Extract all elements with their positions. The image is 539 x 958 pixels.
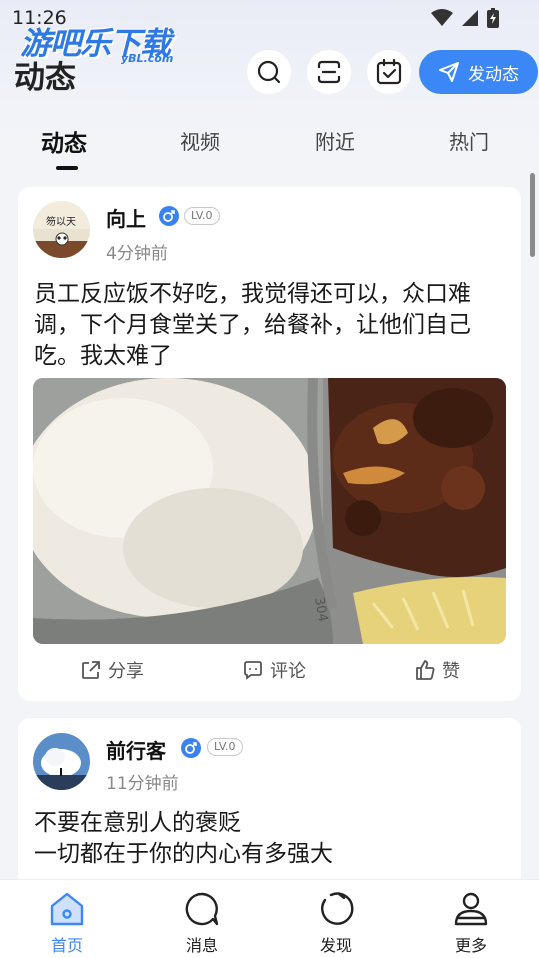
avatar[interactable]	[33, 733, 90, 790]
share-label: 分享	[108, 661, 144, 682]
signal-icon	[462, 10, 478, 26]
nav-more[interactable]: 更多	[436, 890, 506, 956]
comment-icon	[244, 661, 262, 680]
publish-post-button[interactable]: 发动态	[419, 50, 538, 94]
post-actions: 分享 评论 赞	[18, 657, 521, 687]
post-text-line: 一切都在于你的内心有多强大	[34, 841, 333, 867]
tab-hot[interactable]: 热门	[449, 126, 489, 155]
message-icon	[185, 892, 219, 926]
battery-icon	[487, 8, 499, 28]
scan-button[interactable]	[307, 50, 351, 94]
post-card[interactable]: 笏以天 向上 LV.0 4分钟前 员工反应饭不好吃，我觉得还可以，众口难调，下个…	[18, 187, 521, 701]
tab-indicator	[56, 166, 78, 170]
feed-tabs: 动态 视频 附近 热门	[0, 118, 539, 170]
wifi-icon	[431, 9, 453, 26]
username[interactable]: 向上	[106, 203, 146, 232]
send-icon	[439, 62, 459, 82]
nav-messages-label: 消息	[185, 936, 218, 955]
level-badge: LV.0	[207, 738, 243, 756]
username[interactable]: 前行客	[106, 735, 166, 764]
nav-home[interactable]: 首页	[32, 890, 102, 956]
nav-more-label: 更多	[454, 936, 487, 955]
nav-discover-label: 发现	[319, 936, 352, 955]
like-button[interactable]: 赞	[414, 657, 460, 683]
page-title: 动态	[14, 60, 76, 96]
thumbs-up-icon	[416, 660, 435, 680]
post-card[interactable]: 前行客 LV.0 11分钟前 不要在意别人的褒贬 一切都在于你的内心有多强大	[18, 718, 521, 888]
nav-home-label: 首页	[50, 936, 83, 955]
male-gender-icon	[159, 206, 179, 226]
male-gender-icon	[181, 738, 201, 758]
nav-discover[interactable]: 发现	[301, 890, 371, 956]
search-icon	[257, 60, 281, 84]
profile-icon	[454, 892, 488, 926]
discover-icon	[321, 892, 354, 925]
bottom-nav: 首页 消息 发现 更多	[0, 879, 539, 958]
post-time: 4分钟前	[106, 244, 168, 264]
home-icon	[50, 892, 84, 926]
post-photo[interactable]: 304	[33, 378, 506, 644]
avatar[interactable]: 笏以天	[33, 201, 90, 258]
tab-feed[interactable]: 动态	[41, 124, 87, 158]
watermark-domain: yBL.com	[121, 52, 174, 65]
nav-messages[interactable]: 消息	[167, 890, 237, 956]
svg-text:笏以天: 笏以天	[46, 215, 76, 228]
calendar-check-icon	[376, 58, 402, 85]
scrollbar[interactable]	[530, 173, 535, 257]
post-text: 不要在意别人的褒贬 一切都在于你的内心有多强大	[34, 808, 514, 870]
comment-button[interactable]: 评论	[242, 657, 306, 683]
share-icon	[82, 661, 100, 679]
publish-post-label: 发动态	[468, 64, 519, 85]
post-text-line: 不要在意别人的褒贬	[34, 810, 241, 836]
status-icons	[431, 8, 499, 28]
post-time: 11分钟前	[106, 774, 179, 794]
level-badge: LV.0	[184, 207, 220, 225]
tab-nearby[interactable]: 附近	[315, 126, 355, 155]
scan-icon	[317, 60, 341, 84]
checkin-button[interactable]	[367, 50, 411, 94]
like-label: 赞	[442, 661, 460, 682]
comment-label: 评论	[270, 661, 306, 682]
tab-video[interactable]: 视频	[180, 126, 220, 155]
search-button[interactable]	[247, 50, 291, 94]
share-button[interactable]: 分享	[80, 657, 144, 683]
post-text: 员工反应饭不好吃，我觉得还可以，众口难调，下个月食堂关了，给餐补，让他们自己吃。…	[34, 281, 471, 369]
